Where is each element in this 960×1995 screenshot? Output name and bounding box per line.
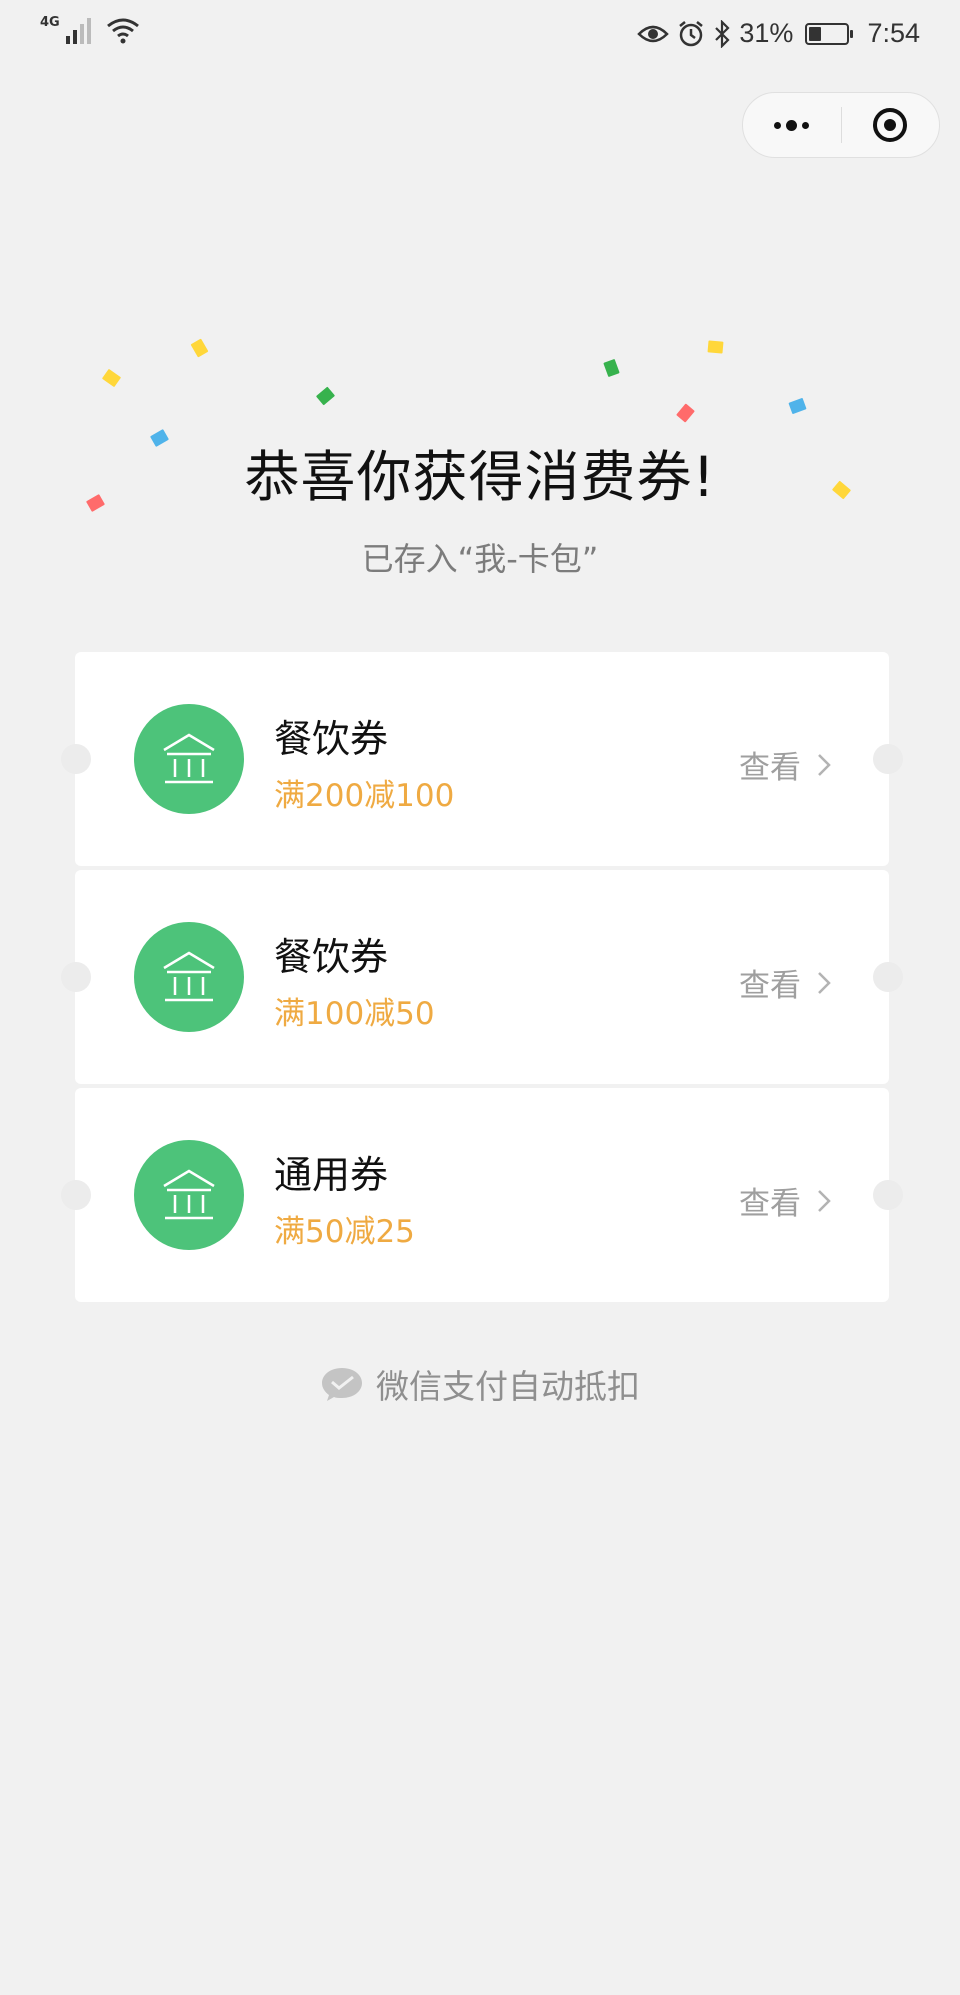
battery-fill [809, 26, 821, 41]
coupon-notch-right [873, 1180, 903, 1210]
confetti-piece [603, 358, 620, 378]
clock: 7:54 [867, 18, 920, 48]
view-button[interactable]: 查看 [739, 742, 831, 787]
network-type: 4G [40, 15, 60, 30]
status-right: 31% 7:54 [637, 18, 920, 49]
view-label: 查看 [739, 968, 801, 1004]
confetti-piece [190, 338, 209, 358]
confetti-piece [707, 340, 724, 354]
coupon-title: 餐饮券 [274, 717, 389, 761]
coupon-notch-left [61, 744, 91, 774]
more-dots-icon [774, 119, 810, 131]
coupon-rule: 满100减50 [274, 996, 435, 1032]
chevron-right-icon [818, 971, 831, 994]
close-button[interactable] [842, 93, 940, 157]
page-subtitle: 已存入“我-卡包” [361, 540, 599, 578]
view-button[interactable]: 查看 [739, 960, 831, 1005]
bank-icon [134, 1140, 244, 1250]
alarm-icon [679, 20, 704, 46]
wifi-icon [106, 18, 139, 44]
coupon-card[interactable]: 餐饮券 满100减50 查看 [61, 870, 903, 1084]
confetti-piece [676, 403, 695, 423]
view-label: 查看 [739, 1186, 801, 1222]
bank-icon [134, 704, 244, 814]
view-label: 查看 [739, 750, 801, 786]
coupon-card[interactable]: 通用券 满50减25 查看 [61, 1088, 903, 1302]
confetti-piece [788, 397, 807, 415]
miniprogram-capsule [742, 92, 940, 158]
coupon-notch-left [61, 962, 91, 992]
auto-deduct-note: 微信支付自动抵扣 [0, 1360, 960, 1408]
coupon-notch-right [873, 744, 903, 774]
more-button[interactable] [743, 93, 841, 157]
coupon-title: 餐饮券 [274, 935, 389, 979]
confetti-piece [101, 368, 122, 388]
coupon-rule: 满50减25 [274, 1214, 415, 1250]
coupon-title: 通用券 [274, 1153, 389, 1197]
view-button[interactable]: 查看 [739, 1178, 831, 1223]
status-left: 4G [40, 15, 140, 44]
coupon-notch-right [873, 962, 903, 992]
battery-percent: 31% [739, 18, 794, 48]
bank-icon [134, 922, 244, 1032]
coupon-notch-left [61, 1180, 91, 1210]
coupon-rule: 满200减100 [274, 778, 455, 814]
close-target-icon [873, 108, 908, 142]
auto-deduct-text: 微信支付自动抵扣 [376, 1367, 640, 1406]
bluetooth-icon [715, 19, 730, 48]
status-bar: 4G 31% 7:54 [0, 0, 960, 76]
coupon-card[interactable]: 餐饮券 满200减100 查看 [61, 652, 903, 866]
page-title: 恭喜你获得消费券! [244, 445, 716, 509]
coupon-list: 餐饮券 满200减100 查看 餐饮券 满100减50 查看 通用券 满50减2… [61, 652, 903, 1306]
wechat-pay-icon [322, 1368, 362, 1401]
eye-icon [637, 25, 670, 42]
battery-icon [805, 22, 854, 45]
chevron-right-icon [818, 1189, 831, 1212]
signal-icon [65, 18, 91, 44]
confetti-piece [315, 386, 336, 406]
chevron-right-icon [818, 753, 831, 776]
